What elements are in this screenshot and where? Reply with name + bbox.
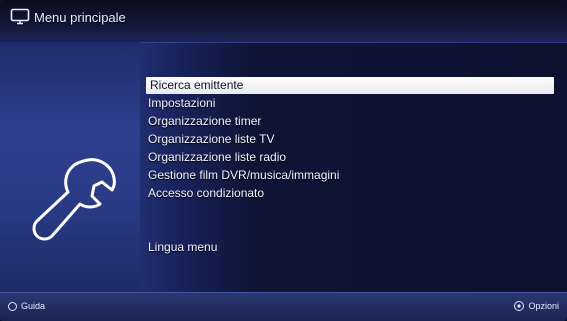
menu-item-accesso-condizionato[interactable]: Accesso condizionato: [148, 185, 264, 202]
main-menu: Ricerca emittente Impostazioni Organizza…: [140, 42, 567, 292]
options-label: Opzioni: [528, 301, 559, 311]
help-label: Guida: [21, 301, 46, 311]
options-button-icon: [514, 301, 525, 311]
page-title: Menu principale: [34, 9, 126, 25]
menu-item-organizzazione-timer[interactable]: Organizzazione timer: [148, 113, 261, 130]
title-group: Menu principale: [10, 6, 126, 28]
help-button-icon: [8, 301, 17, 311]
menu-item-organizzazione-liste-tv[interactable]: Organizzazione liste TV: [148, 131, 275, 148]
menu-item-organizzazione-liste-radio[interactable]: Organizzazione liste radio: [148, 149, 286, 166]
menu-item-gestione-film[interactable]: Gestione film DVR/musica/immagini: [148, 167, 339, 184]
menu-screen: Menu principale Ricerca emittente Impost…: [0, 0, 567, 321]
menu-item-impostazioni[interactable]: Impostazioni: [148, 95, 215, 112]
footer-bar: Guida Opzioni: [0, 292, 567, 321]
title-bar: Menu principale: [0, 0, 567, 43]
left-panel: [0, 42, 140, 292]
menu-item-ricerca-emittente[interactable]: Ricerca emittente: [146, 77, 554, 94]
wrench-icon: [28, 152, 124, 248]
menu-item-lingua-menu[interactable]: Lingua menu: [148, 239, 217, 256]
help-hint[interactable]: Guida: [8, 301, 45, 311]
tv-icon: [10, 8, 30, 26]
options-hint[interactable]: Opzioni: [514, 301, 559, 311]
